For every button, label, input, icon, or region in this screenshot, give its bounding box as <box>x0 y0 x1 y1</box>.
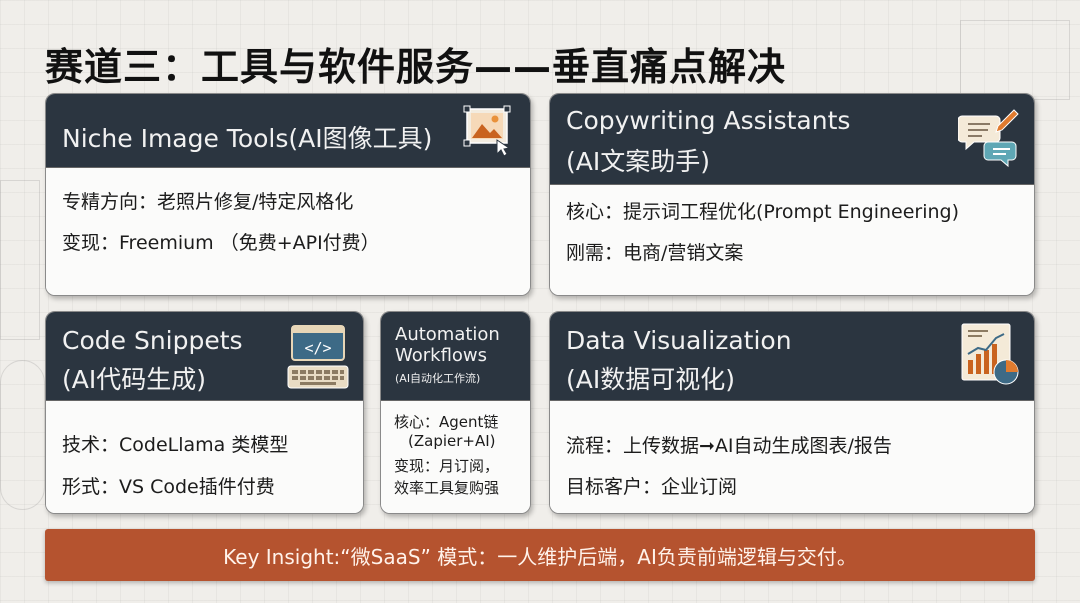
card-subtitle: (AI自动化工作流) <box>395 372 481 385</box>
card-automation-workflows: Automation Workflows (AI自动化工作流) 核心：Agent… <box>380 311 531 514</box>
card-body: 专精方向：老照片修复/特定风格化 变现：Freemium （免费+API付费） <box>46 167 530 295</box>
card-copywriting: Copywriting Assistants (AI文案助手) 核心：提示词工程… <box>549 93 1035 296</box>
card-title-line2: (AI数据可视化) <box>566 365 735 394</box>
key-insight-text: Key Insight:“微SaaS” 模式：一人维护后端，AI负责前端逻辑与交… <box>223 544 857 569</box>
card-header: Code Snippets (AI代码生成) </> <box>46 312 363 400</box>
card-title-line1: Code Snippets <box>62 326 243 355</box>
card-line: 形式：VS Code插件付费 <box>62 476 275 498</box>
card-header: Niche Image Tools(AI图像工具) <box>46 94 530 167</box>
card-line: 目标客户：企业订阅 <box>566 476 738 498</box>
card-body: 流程：上传数据➞AI自动生成图表/报告 目标客户：企业订阅 <box>550 400 1034 513</box>
card-line: 技术：CodeLlama 类模型 <box>62 434 289 456</box>
card-line: 刚需：电商/营销文案 <box>566 242 744 264</box>
card-body: 核心：Agent链 (Zapier+AI) 变现：月订阅， 效率工具复购强 <box>381 400 530 513</box>
card-line: 专精方向：老照片修复/特定风格化 <box>62 191 354 213</box>
svg-text:</>: </> <box>304 339 331 357</box>
card-line: 效率工具复购强 <box>394 479 500 497</box>
card-data-visualization: Data Visualization (AI数据可视化) 流程：上传数据➞AI自… <box>549 311 1035 514</box>
chat-pen-icon <box>957 106 1020 168</box>
slide-title: 赛道三：工具与软件服务——垂直痛点解决 <box>45 45 787 89</box>
card-line: 流程：上传数据➞AI自动生成图表/报告 <box>566 435 892 457</box>
background-decoration <box>0 360 45 510</box>
card-title-line1: Data Visualization <box>566 326 792 355</box>
card-line: (Zapier+AI) <box>408 432 496 450</box>
card-title-line1: Copywriting Assistants <box>566 106 851 135</box>
card-header: Copywriting Assistants (AI文案助手) <box>550 94 1034 184</box>
card-header: Data Visualization (AI数据可视化) <box>550 312 1034 400</box>
card-title: Niche Image Tools(AI图像工具) <box>62 124 433 153</box>
card-title-line2: Workflows <box>395 345 488 366</box>
card-line: 核心：提示词工程优化(Prompt Engineering) <box>566 201 960 223</box>
background-decoration <box>0 180 40 340</box>
chart-report-icon <box>958 322 1022 386</box>
card-title-line1: Automation <box>395 324 500 345</box>
card-title-line2: (AI文案助手) <box>566 147 710 176</box>
key-insight-banner: Key Insight:“微SaaS” 模式：一人维护后端，AI负责前端逻辑与交… <box>45 529 1035 581</box>
background-decoration <box>960 20 1070 100</box>
card-image-tools: Niche Image Tools(AI图像工具) 专精方向：老照片修复/特定风… <box>45 93 531 296</box>
image-edit-icon <box>461 102 517 158</box>
code-keyboard-icon: </> <box>286 322 350 392</box>
card-line: 变现：月订阅， <box>394 457 500 475</box>
card-header: Automation Workflows (AI自动化工作流) <box>381 312 530 400</box>
card-line: 核心：Agent链 <box>394 413 499 431</box>
card-code-snippets: Code Snippets (AI代码生成) </> 技术：CodeLlama … <box>45 311 364 514</box>
card-title-line2: (AI代码生成) <box>62 365 206 394</box>
card-line: 变现：Freemium （免费+API付费） <box>62 232 380 254</box>
card-body: 技术：CodeLlama 类模型 形式：VS Code插件付费 <box>46 400 363 513</box>
card-body: 核心：提示词工程优化(Prompt Engineering) 刚需：电商/营销文… <box>550 184 1034 295</box>
